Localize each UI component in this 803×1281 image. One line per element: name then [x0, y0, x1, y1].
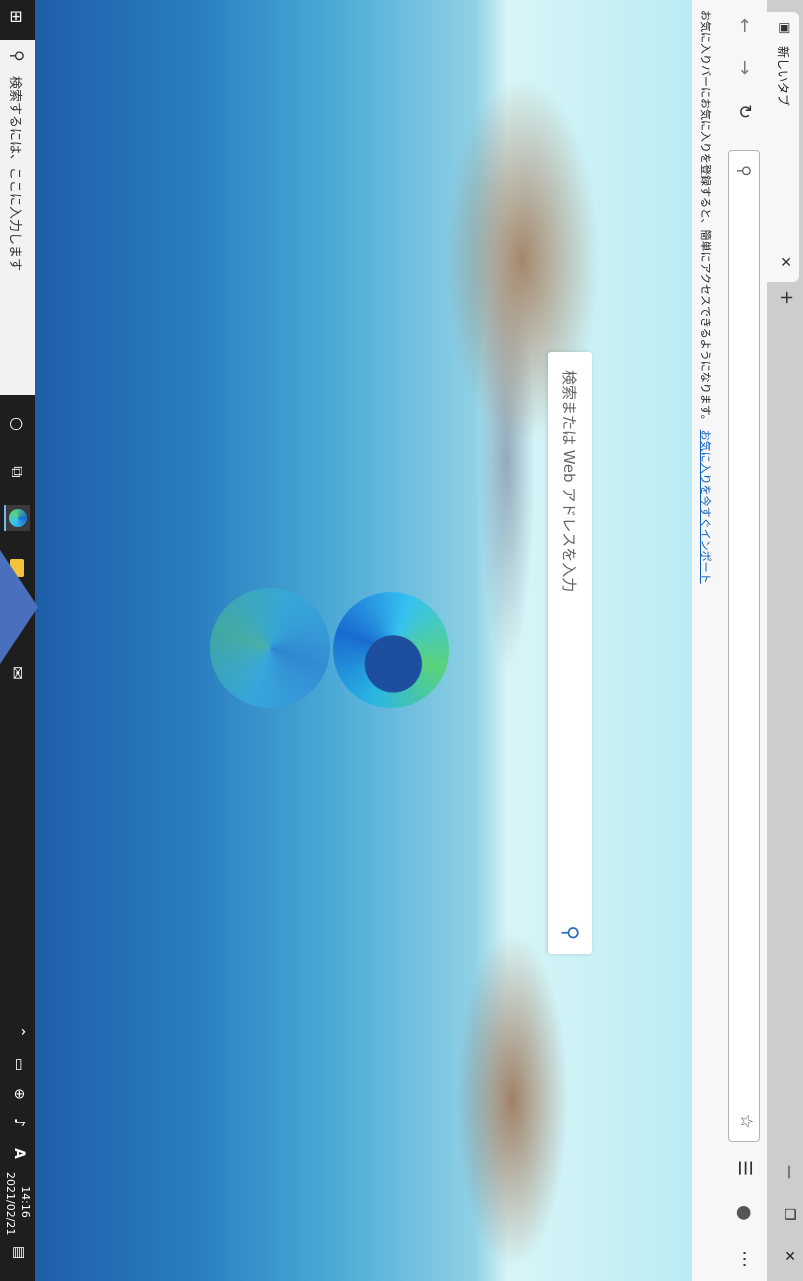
forward-arrow-icon[interactable]: →: [734, 60, 755, 75]
tab-icon: ▣: [777, 22, 792, 35]
import-favorites-link[interactable]: お気に入りを今すぐインポート: [699, 430, 712, 584]
ime-indicator[interactable]: A: [11, 1148, 27, 1159]
search-icon: ⚲: [8, 50, 27, 62]
favorites-icon[interactable]: ☰: [734, 1160, 755, 1176]
tab-new-tab[interactable]: ▣ 新しいタブ ✕: [767, 12, 799, 282]
edge-logo-reflection: [210, 588, 330, 708]
maximize-button[interactable]: ❐: [781, 1208, 797, 1221]
taskbar-search[interactable]: ⚲ 検索するには、ここに入力します: [0, 40, 35, 395]
taskbar-search-placeholder: 検索するには、ここに入力します: [7, 76, 22, 272]
close-window-button[interactable]: ✕: [781, 1250, 797, 1262]
search-icon: ⚲: [735, 165, 754, 177]
pointer-arrow-overlay: [0, 550, 38, 664]
clock-time: 14:16: [19, 1186, 32, 1218]
search-icon[interactable]: ⚲: [559, 925, 583, 940]
tab-title: 新しいタブ: [776, 46, 790, 107]
new-tab-page: ⚲: [35, 0, 692, 1281]
chevron-up-icon[interactable]: ⌃: [11, 1026, 27, 1038]
new-tab-button[interactable]: +: [776, 290, 797, 305]
clock[interactable]: 14:16 2021/02/21: [3, 1172, 33, 1236]
desktop-rotated: ▣ 新しいタブ ✕ + — ❐ ✕ ← → ↻ ⚲ ☆ ☰ ● ⋯ お気に入りバ…: [0, 0, 803, 1281]
windows-start-icon[interactable]: ⊞: [7, 10, 26, 23]
battery-icon[interactable]: ▭: [11, 1058, 27, 1071]
task-view-icon[interactable]: ⧉: [4, 459, 30, 485]
close-tab-icon[interactable]: ✕: [777, 256, 793, 268]
screen: ▣ 新しいタブ ✕ + — ❐ ✕ ← → ↻ ⚲ ☆ ☰ ● ⋯ お気に入りバ…: [0, 0, 803, 1281]
edge-taskbar-icon[interactable]: [4, 505, 30, 531]
address-bar[interactable]: ⚲ ☆: [728, 150, 760, 1142]
web-search-input[interactable]: [557, 368, 581, 912]
favorites-message-text: お気に入りバーにお気に入りを登録すると、簡単にアクセスできるようになります。: [699, 10, 712, 426]
refresh-icon[interactable]: ↻: [734, 104, 755, 119]
favorites-bar: お気に入りバーにお気に入りを登録すると、簡単にアクセスできるようになります。お気…: [691, 0, 719, 1281]
minimize-button[interactable]: —: [781, 1165, 797, 1179]
edge-icon: [9, 509, 27, 527]
favorites-bar-message: お気に入りバーにお気に入りを登録すると、簡単にアクセスできるようになります。お気…: [698, 10, 714, 584]
web-search-box[interactable]: ⚲: [548, 352, 592, 954]
clock-date: 2021/02/21: [4, 1172, 17, 1236]
address-input[interactable]: [732, 191, 756, 1075]
cortana-icon[interactable]: ○: [4, 411, 30, 437]
browser-toolbar: ← → ↻ ⚲ ☆ ☰ ● ⋯: [719, 0, 767, 1281]
profile-icon[interactable]: ●: [734, 1205, 755, 1221]
back-arrow-icon[interactable]: ←: [734, 18, 755, 33]
title-bar: ▣ 新しいタブ ✕ + — ❐ ✕: [767, 0, 803, 1281]
notification-icon[interactable]: ▤: [11, 1246, 27, 1259]
edge-logo: [333, 592, 449, 708]
network-icon[interactable]: ⊕: [11, 1088, 27, 1100]
more-icon[interactable]: ⋯: [734, 1250, 755, 1268]
volume-icon[interactable]: ♪: [11, 1118, 27, 1127]
add-favorite-star-icon[interactable]: ☆: [736, 1114, 756, 1129]
